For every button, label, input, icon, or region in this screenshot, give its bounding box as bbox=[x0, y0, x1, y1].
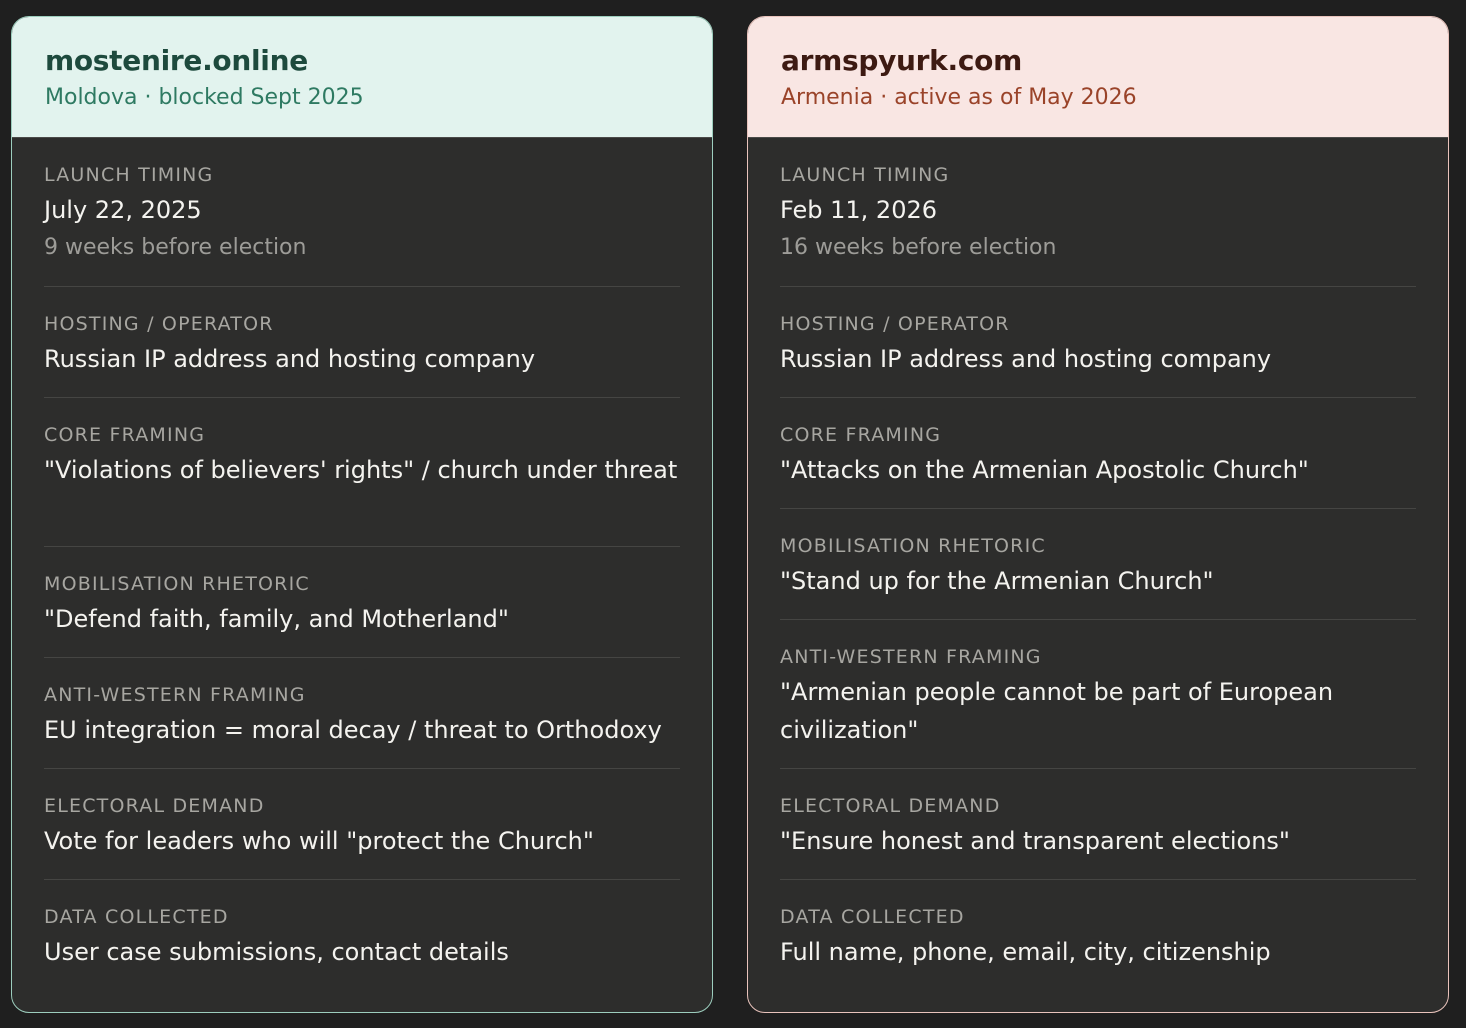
row-value: Russian IP address and hosting company bbox=[44, 345, 536, 373]
row-note: 9 weeks before election bbox=[44, 235, 307, 260]
row-value: "Attacks on the Armenian Apostolic Churc… bbox=[780, 456, 1309, 484]
row-value: EU integration = moral decay / threat to… bbox=[44, 716, 662, 744]
row-label: MOBILISATION RHETORIC bbox=[44, 573, 310, 595]
row-value: "Stand up for the Armenian Church" bbox=[780, 567, 1214, 595]
row-label: HOSTING / OPERATOR bbox=[44, 313, 274, 335]
row-label: DATA COLLECTED bbox=[44, 906, 229, 928]
row-label: CORE FRAMING bbox=[44, 424, 206, 446]
row-launch-timing: LAUNCH TIMING July 22, 2025 9 weeks befo… bbox=[44, 138, 680, 287]
row-value: User case submissions, contact details bbox=[44, 938, 509, 966]
row-core-framing: CORE FRAMING "Attacks on the Armenian Ap… bbox=[780, 398, 1416, 509]
row-value: "Violations of believers' rights" / chur… bbox=[44, 456, 678, 484]
card-subtitle: Armenia · active as of May 2026 bbox=[781, 85, 1137, 110]
row-value: July 22, 2025 bbox=[44, 196, 202, 224]
row-label: LAUNCH TIMING bbox=[44, 164, 214, 186]
card-subtitle: Moldova · blocked Sept 2025 bbox=[45, 85, 364, 110]
row-launch-timing: LAUNCH TIMING Feb 11, 2026 16 weeks befo… bbox=[780, 138, 1416, 287]
card-moldova: mostenire.online Moldova · blocked Sept … bbox=[11, 16, 713, 1013]
card-domain: mostenire.online bbox=[45, 44, 308, 77]
row-hosting-operator: HOSTING / OPERATOR Russian IP address an… bbox=[780, 287, 1416, 398]
row-mobilisation-rhetoric: MOBILISATION RHETORIC "Stand up for the … bbox=[780, 509, 1416, 620]
row-value: Russian IP address and hosting company bbox=[780, 345, 1272, 373]
row-value: "Armenian people cannot be part of Europ… bbox=[780, 678, 1334, 744]
row-note: 16 weeks before election bbox=[780, 235, 1057, 260]
row-anti-western-framing: ANTI-WESTERN FRAMING "Armenian people ca… bbox=[780, 620, 1416, 769]
row-data-collected: DATA COLLECTED User case submissions, co… bbox=[44, 880, 680, 991]
row-value: Full name, phone, email, city, citizensh… bbox=[780, 938, 1271, 966]
row-anti-western-framing: ANTI-WESTERN FRAMING EU integration = mo… bbox=[44, 658, 680, 769]
row-label: ELECTORAL DEMAND bbox=[44, 795, 265, 817]
card-armenia: armspyurk.com Armenia · active as of May… bbox=[747, 16, 1449, 1013]
comparison-page: mostenire.online Moldova · blocked Sept … bbox=[0, 0, 1466, 1028]
card-rows: LAUNCH TIMING July 22, 2025 9 weeks befo… bbox=[12, 138, 712, 991]
row-value: "Defend faith, family, and Motherland" bbox=[44, 605, 509, 633]
card-domain: armspyurk.com bbox=[781, 44, 1022, 77]
row-hosting-operator: HOSTING / OPERATOR Russian IP address an… bbox=[44, 287, 680, 398]
row-electoral-demand: ELECTORAL DEMAND "Ensure honest and tran… bbox=[780, 769, 1416, 880]
row-data-collected: DATA COLLECTED Full name, phone, email, … bbox=[780, 880, 1416, 991]
card-header: armspyurk.com Armenia · active as of May… bbox=[748, 17, 1448, 138]
row-core-framing: CORE FRAMING "Violations of believers' r… bbox=[44, 398, 680, 547]
row-label: CORE FRAMING bbox=[780, 424, 942, 446]
row-label: HOSTING / OPERATOR bbox=[780, 313, 1010, 335]
row-label: ANTI-WESTERN FRAMING bbox=[44, 684, 306, 706]
row-value: "Ensure honest and transparent elections… bbox=[780, 827, 1290, 855]
row-label: LAUNCH TIMING bbox=[780, 164, 950, 186]
row-electoral-demand: ELECTORAL DEMAND Vote for leaders who wi… bbox=[44, 769, 680, 880]
row-value: Feb 11, 2026 bbox=[780, 196, 937, 224]
row-label: ANTI-WESTERN FRAMING bbox=[780, 646, 1042, 668]
row-mobilisation-rhetoric: MOBILISATION RHETORIC "Defend faith, fam… bbox=[44, 547, 680, 658]
row-label: DATA COLLECTED bbox=[780, 906, 965, 928]
card-header: mostenire.online Moldova · blocked Sept … bbox=[12, 17, 712, 138]
row-label: ELECTORAL DEMAND bbox=[780, 795, 1001, 817]
row-label: MOBILISATION RHETORIC bbox=[780, 535, 1046, 557]
card-rows: LAUNCH TIMING Feb 11, 2026 16 weeks befo… bbox=[748, 138, 1448, 991]
row-value: Vote for leaders who will "protect the C… bbox=[44, 827, 594, 855]
